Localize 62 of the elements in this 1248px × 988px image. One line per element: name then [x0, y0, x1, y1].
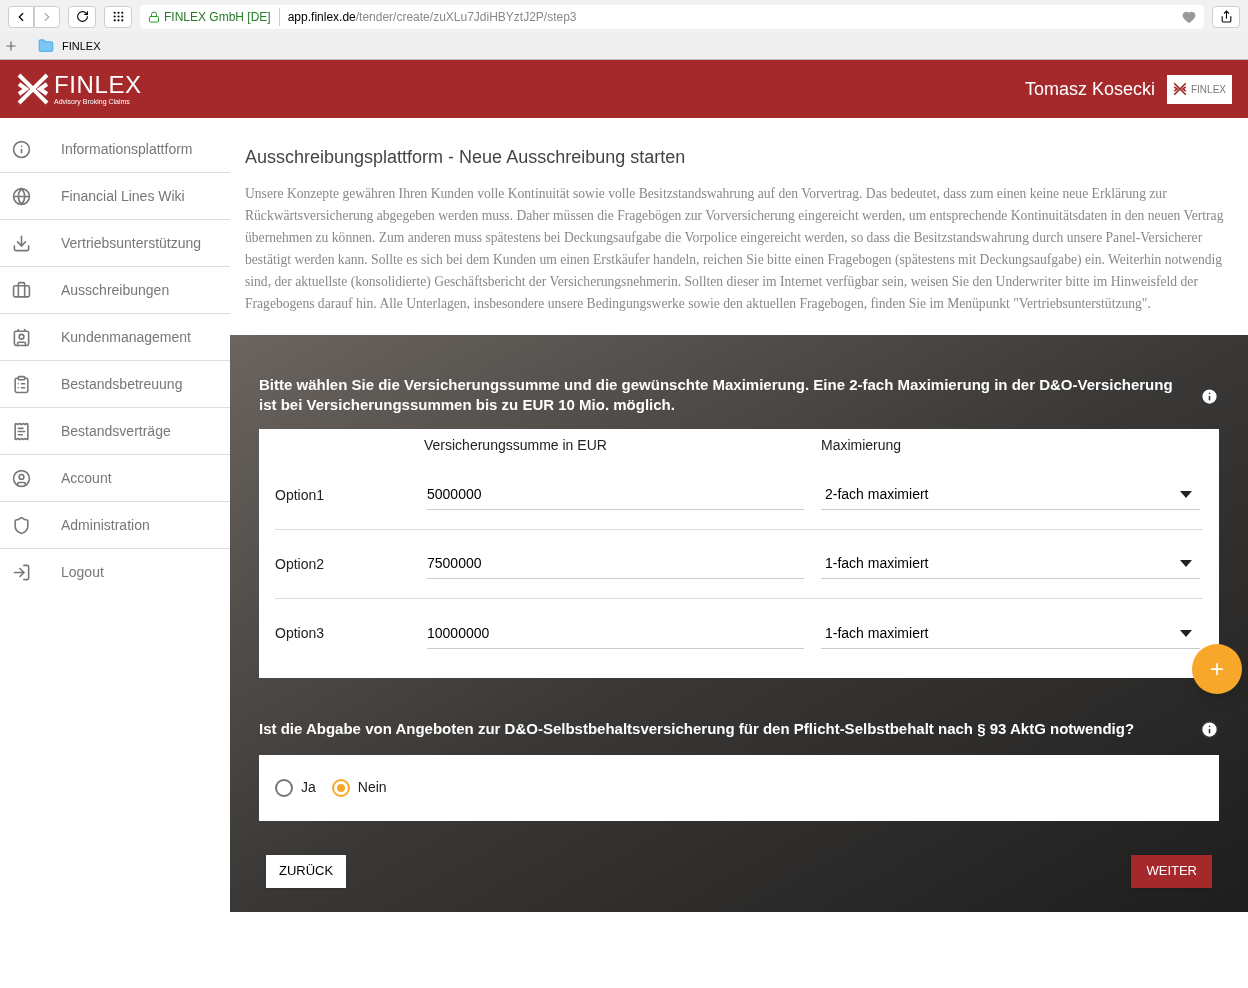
dropdown-caret-icon	[1180, 491, 1192, 498]
info-icon[interactable]	[1200, 387, 1219, 406]
back-button[interactable]	[8, 5, 34, 28]
info-icon	[12, 139, 31, 159]
lock-icon	[148, 10, 160, 23]
sidebar-item[interactable]: Ausschreibungen	[0, 267, 230, 314]
sum-input[interactable]: 10000000	[427, 618, 804, 649]
radio-option[interactable]: Ja	[275, 777, 316, 798]
sidebar-item[interactable]: Vertriebsunterstützung	[0, 220, 230, 267]
contact-card-icon	[12, 327, 31, 347]
shield-icon	[12, 515, 31, 535]
column-header: Versicherungssumme in EUR	[424, 435, 608, 455]
next-button[interactable]: WEITER	[1131, 854, 1212, 888]
radio-button[interactable]	[331, 778, 350, 797]
option-label: Option1	[275, 485, 326, 505]
sidebar-item[interactable]: Financial Lines Wiki	[0, 173, 230, 220]
back-button[interactable]: ZURÜCK	[266, 854, 347, 888]
maximization-select[interactable]: 1-fach maximiert	[821, 549, 1200, 579]
briefcase-icon	[12, 280, 31, 300]
sidebar-item[interactable]: Kundenmanagement	[0, 314, 230, 361]
grid-button[interactable]	[104, 5, 132, 28]
option-label: Option3	[275, 624, 326, 643]
badge-text: FINLEX	[1191, 82, 1226, 97]
question-text: Ist die Abgabe von Angeboten zur D&O-Selbstbehaltsversicherung für den Pflicht-Selbstbehalt nach § 93 AktG notwendig?	[259, 719, 1136, 739]
user-icon	[12, 468, 31, 488]
sum-input[interactable]: 5000000	[427, 480, 804, 510]
logo-mark-icon	[16, 72, 50, 106]
heart-icon[interactable]	[1182, 9, 1196, 24]
option-label: Option2	[275, 554, 326, 574]
dropdown-caret-icon	[1180, 560, 1192, 567]
share-button[interactable]	[1212, 5, 1240, 28]
sum-input[interactable]: 7500000	[427, 549, 804, 579]
receipt-icon	[12, 421, 31, 441]
logo-text: FINLEX	[54, 72, 142, 97]
share-icon	[1219, 10, 1233, 23]
address-bar[interactable]: FINLEX GmbH [DE] app.finlex.de/tender/create/zuXLu7JdiHBYztJ2P/step3	[140, 4, 1204, 29]
maximization-select[interactable]: 1-fach maximiert	[821, 618, 1200, 649]
intro-paragraph: Unsere Konzepte gewähren Ihren Kunden volle Kontinuität sowie volle Besitzstandswahrung auf den Vorvertrag. Das bedeutet, dass zum einen keine neue Erklärung zur Rückwärtsversicherung abgegeben werden muss. Daher müssen die Fragebögen zur Vorversicherung eingereicht werden, um entsprechende Kontinuitätsdaten in den neuen Vertrag übernehmen zu können. Zum anderen muss spätestens bei Deckungsaufgabe die Vorpolice eingereicht werden, so dass die Besitzstandswahrung durch unsere Panel-Versicherer bestätigt werden kann. Sollte es sich bei dem Kunden um einen Erstkäufer handeln, reichen Sie bitte einen Fragebogen (spätestens mit Deckungsaufgabe) ein. Weiterhin notwendig sind, der aktuellste (konsolidierte) Geschäftsbericht der Versicherungsnehmerin. Sollten dieser im Internet verfügbar sein, weisen Sie den Underwriter bitte im Hinweisfeld der Fragebogens darauf hin. Alle Unterlagen, insbesondere unsere Bedingungswerke sowie den aktuellen Fragebogen, finden Sie im Menüpunkt "Vertriebsunterstützung".	[245, 185, 1225, 313]
sidebar-item[interactable]: Logout	[0, 549, 230, 596]
url-host: app.finlex.de	[286, 8, 356, 26]
radio-button[interactable]	[275, 778, 293, 797]
page-title: Ausschreibungsplattform - Neue Ausschreibung starten	[245, 146, 687, 169]
column-header: Maximierung	[821, 435, 902, 455]
logo-mark-icon	[1173, 82, 1187, 96]
download-icon	[12, 233, 31, 253]
url-path: /tender/create/zuXLu7JdiHBYztJ2P/step3	[355, 8, 577, 26]
info-icon[interactable]	[1200, 719, 1219, 739]
logout-icon	[12, 563, 31, 582]
globe-icon	[12, 186, 31, 206]
question-text: Bitte wählen Sie die Versicherungssumme und die gewünschte Maximierung. Eine 2-fach Maximierung in der D&O-Versicherung ist bei Versicherungssummen bis zu EUR 10 Mio. möglich.	[259, 375, 1174, 415]
bookmark-label[interactable]: FINLEX	[62, 37, 101, 55]
clipboard-icon	[12, 374, 31, 394]
site-identity: FINLEX GmbH [DE]	[164, 7, 280, 26]
reload-button[interactable]	[68, 5, 96, 28]
dropdown-caret-icon	[1180, 629, 1192, 637]
folder-icon	[38, 38, 54, 54]
radio-option[interactable]: Nein	[331, 777, 387, 798]
sidebar-item[interactable]: Informationsplattform	[0, 126, 230, 173]
maximization-select[interactable]: 2-fach maximiert	[821, 480, 1200, 510]
reload-icon	[75, 10, 89, 23]
grid-icon	[111, 10, 125, 23]
user-name[interactable]: Tomasz Kosecki	[1024, 75, 1155, 103]
